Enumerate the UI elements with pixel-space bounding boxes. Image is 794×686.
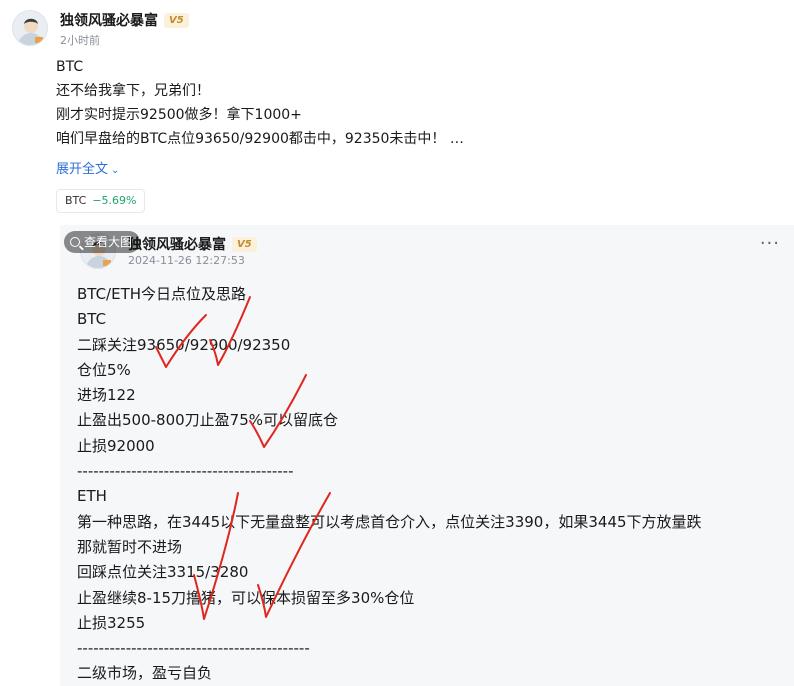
embed-time: 2024-11-26 12:27:53 [128,254,245,267]
more-icon: ··· [759,233,780,254]
embed-line: 止盈继续8-15刀撸猪，可以保本损留至多30%仓位 [77,588,415,607]
post-line: 还不给我拿下，兄弟们！ [56,83,210,99]
ticker-tag[interactable]: BTC −5.69% [56,189,146,213]
embed-line: 回踩点位关注3315/3280 [77,563,249,582]
ticker-change: −5.69% [92,194,137,207]
vip-badge: V5 [164,13,189,28]
embed-divider: ---------------------------------------- [77,462,294,481]
embed-line: 二级市场，盈亏自负 [77,664,213,683]
embed-line: 止盈出500-800刀止盈75%可以留底仓 [77,411,339,430]
chevron-down-icon: ⌄ [111,165,120,176]
expand-label[interactable]: 展开全文 [56,162,108,177]
embed-vip-badge: V5 [232,237,257,252]
embed-author-text: 独领风骚必暴富 [128,237,226,253]
embed-line: BTC/ETH今日点位及思路 [77,285,247,303]
post-header: 独领风骚必暴富 V5 2小时前 [12,8,412,48]
embed-line: 仓位5% [77,360,131,379]
embed-author-name: 独领风骚必暴富 V5 [128,234,257,254]
post-line: 咱们早盘给的BTC点位93650/92900都击中，92350未击中！ … [56,131,464,147]
post-time: 2小时前 [60,34,100,47]
post-line: BTC [56,59,84,75]
magnifier-icon [70,237,80,247]
embed-line: 二踩关注93650/92900/92350 [77,335,291,354]
view-large-image-button[interactable]: 查看大图 [64,231,141,253]
post-content: BTC 还不给我拿下，兄弟们！ 刚才实时提示92500做多！拿下1000+ 咱们… [56,55,464,151]
view-large-label: 查看大图 [84,235,133,249]
author-name[interactable]: 独领风骚必暴富 V5 [60,10,189,30]
post-line: 刚才实时提示92500做多！拿下1000+ [56,107,302,123]
expand-full-text-link[interactable]: 展开全文 ⌄ [56,158,119,177]
embed-line: BTC [77,310,107,329]
embed-line: 止损3255 [77,613,146,632]
embed-line: 那就暂时不进场 [77,537,183,556]
embed-line: 第一种思路，在3445以下无量盘整可以考虑首仓介入，点位关注3390，如果344… [77,512,702,531]
embed-content: BTC/ETH今日点位及思路 BTC 二踩关注93650/92900/92350… [77,282,702,686]
embed-line: 进场122 [77,386,136,405]
author-name-text[interactable]: 独领风骚必暴富 [60,13,158,29]
embed-line: 止损92000 [77,436,155,455]
embedded-screenshot[interactable]: 查看大图 独领风骚必暴富 V5 2024-11-26 12:27:53 ··· B… [60,225,794,686]
avatar[interactable] [12,10,48,46]
embed-line: ETH [77,487,107,506]
embed-divider: ----------------------------------------… [77,639,310,658]
ticker-symbol: BTC [65,194,87,207]
